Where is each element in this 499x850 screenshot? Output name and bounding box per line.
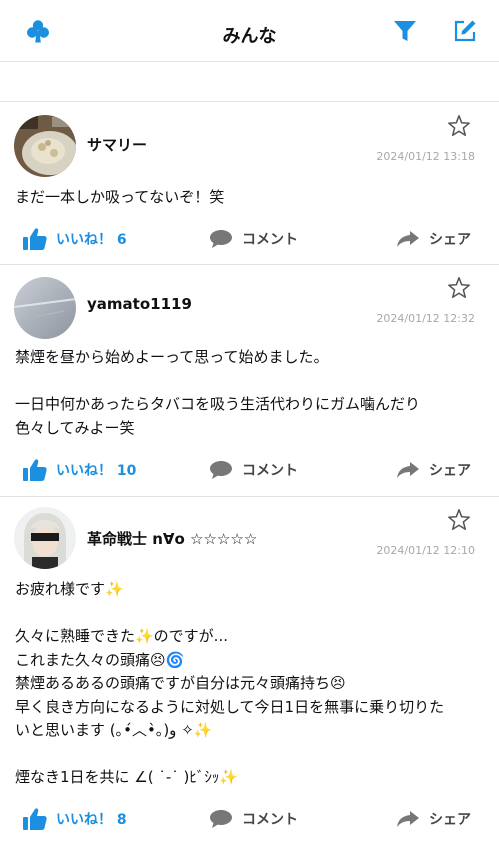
avatar[interactable] — [14, 115, 76, 177]
filter-icon[interactable] — [392, 18, 418, 44]
compose-icon[interactable] — [452, 18, 478, 44]
comment-label: コメント — [242, 232, 298, 248]
post-card: 革命戦士 n∀o ☆☆☆☆☆ 2024/01/12 12:10 お疲れ様です✨ … — [0, 498, 499, 850]
speech-bubble-icon — [209, 808, 233, 830]
page-title: みんな — [222, 26, 277, 47]
post-card: サマリー 2024/01/12 13:18 まだ一本しか吸ってないぞ！笑 いいね… — [0, 103, 499, 265]
spacer-band — [0, 62, 499, 102]
post-actions: いいね！ 10 コメント シェア — [0, 455, 499, 485]
speech-bubble-icon — [209, 459, 233, 481]
like-button[interactable]: いいね！ 8 — [22, 804, 127, 834]
share-button[interactable]: シェア — [396, 455, 471, 485]
comment-button[interactable]: コメント — [209, 455, 298, 485]
share-button[interactable]: シェア — [396, 224, 471, 254]
username[interactable]: yamato1119 — [87, 295, 192, 313]
post-timestamp: 2024/01/12 13:18 — [376, 150, 475, 163]
post-timestamp: 2024/01/12 12:10 — [376, 544, 475, 557]
post-text-line — [15, 370, 484, 394]
share-label: シェア — [429, 463, 471, 479]
comment-button[interactable]: コメント — [209, 224, 298, 254]
share-arrow-icon — [396, 229, 420, 249]
header-bar: みんな — [0, 0, 499, 62]
post-actions: いいね！ 8 コメント シェア — [0, 804, 499, 834]
username[interactable]: サマリー — [87, 134, 147, 155]
speech-bubble-icon — [209, 228, 233, 250]
like-button[interactable]: いいね！ 10 — [22, 455, 136, 485]
post-text-line: いと思います (｡•́︿•̀｡)و ✧✨ — [15, 721, 213, 739]
post-text-line: 久々に熟睡できた✨のですが... — [15, 627, 228, 645]
share-arrow-icon — [396, 460, 420, 480]
post-card: yamato1119 2024/01/12 12:32 禁煙を昼から始めよーって… — [0, 266, 499, 497]
username[interactable]: 革命戦士 n∀o ☆☆☆☆☆ — [87, 528, 257, 549]
post-actions: いいね！ 6 コメント シェア — [0, 224, 499, 254]
post-text-line: 禁煙あるあるの頭痛ですが自分は元々頭痛持ち😣 — [15, 674, 346, 692]
avatar[interactable] — [14, 277, 76, 339]
share-label: シェア — [429, 232, 471, 248]
comment-button[interactable]: コメント — [209, 804, 298, 834]
thumbs-up-icon — [22, 457, 48, 483]
avatar[interactable] — [14, 507, 76, 569]
post-body: お疲れ様です✨ 久々に熟睡できた✨のですが... これまた久々の頭痛😣🌀 禁煙あ… — [15, 578, 484, 790]
like-button[interactable]: いいね！ 6 — [22, 224, 127, 254]
star-icon[interactable] — [447, 508, 471, 532]
star-icon[interactable] — [447, 276, 471, 300]
post-text-line: 早く良き方向になるように対処して今日1日を無事に乗り切りた — [15, 697, 445, 716]
share-label: シェア — [429, 812, 471, 828]
like-label: いいね！ 6 — [56, 232, 127, 248]
share-arrow-icon — [396, 809, 420, 829]
share-button[interactable]: シェア — [396, 804, 471, 834]
comment-label: コメント — [242, 812, 298, 828]
like-label: いいね！ 8 — [56, 812, 127, 828]
post-text-line — [15, 743, 484, 767]
comment-label: コメント — [242, 463, 298, 479]
post-text-line: まだ一本しか吸ってないぞ！笑 — [15, 188, 225, 206]
post-body: まだ一本しか吸ってないぞ！笑 — [15, 186, 484, 210]
post-body: 禁煙を昼から始めよーって思って始めました。 一日中何かあったらタバコを吸う生活代… — [15, 346, 484, 440]
star-icon[interactable] — [447, 114, 471, 138]
post-text-line: これまた久々の頭痛😣🌀 — [15, 650, 185, 669]
post-text-line — [15, 602, 484, 626]
like-label: いいね！ 10 — [56, 463, 137, 479]
thumbs-up-icon — [22, 806, 48, 832]
post-text-line: お疲れ様です✨ — [15, 580, 124, 598]
thumbs-up-icon — [22, 226, 48, 252]
post-timestamp: 2024/01/12 12:32 — [376, 312, 475, 325]
post-text-line: 煙なき1日を共に ∠( ˙-˙ )ﾋﾞｼｯ✨ — [15, 768, 239, 786]
post-text-line: 一日中何かあったらタバコを吸う生活代わりにガム噛んだり — [15, 395, 421, 413]
post-text-line: 色々してみよー笑 — [15, 418, 135, 437]
post-text-line: 禁煙を昼から始めよーって思って始めました。 — [15, 348, 329, 366]
